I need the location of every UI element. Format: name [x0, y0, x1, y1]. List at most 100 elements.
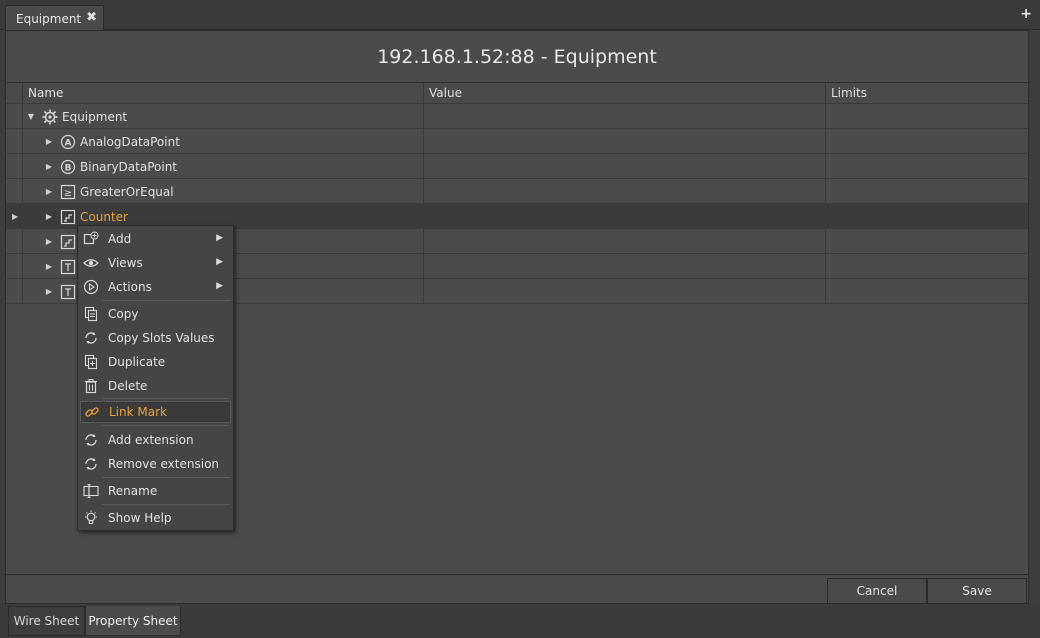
tree-item[interactable]: ▼ Equipment: [26, 104, 127, 129]
value-cell[interactable]: [424, 204, 826, 229]
value-cell[interactable]: [424, 254, 826, 279]
refresh-icon: [82, 330, 100, 346]
gear-icon: [42, 109, 58, 125]
menu-item-delete[interactable]: Delete: [80, 375, 231, 397]
submenu-arrow-icon: ▶: [216, 281, 223, 291]
refresh-icon: [82, 432, 100, 448]
limits-cell[interactable]: [826, 279, 1028, 304]
menu-item-label: Remove extension: [108, 457, 220, 471]
limits-cell[interactable]: [826, 129, 1028, 154]
submenu-arrow-icon: ▶: [216, 257, 223, 267]
limits-cell[interactable]: [826, 179, 1028, 204]
tree-item[interactable]: ▶: [44, 254, 80, 279]
menu-item-label: Show Help: [108, 511, 172, 525]
menu-item-rename[interactable]: Rename: [80, 480, 231, 502]
svg-text:B: B: [65, 163, 72, 173]
expand-arrow-icon[interactable]: ▶: [44, 287, 54, 296]
save-button[interactable]: Save: [927, 578, 1027, 604]
block-icon: [60, 259, 76, 275]
counter-icon: [60, 234, 76, 250]
expand-arrow-icon[interactable]: ▶: [44, 237, 54, 246]
expand-arrow-icon[interactable]: ▶: [44, 212, 54, 221]
row-selector[interactable]: [6, 129, 23, 154]
tab-wire-sheet[interactable]: Wire Sheet: [8, 606, 85, 636]
header-corner: [6, 83, 23, 104]
column-header-value[interactable]: Value: [424, 83, 826, 104]
value-cell[interactable]: [424, 279, 826, 304]
trash-icon: [82, 378, 100, 394]
row-selector[interactable]: [6, 104, 23, 129]
menu-item-label: Copy: [108, 307, 139, 321]
column-header-name[interactable]: Name: [23, 83, 424, 104]
row-selector[interactable]: [6, 204, 23, 229]
limits-cell[interactable]: [826, 229, 1028, 254]
expand-arrow-icon[interactable]: ▶: [44, 262, 54, 271]
tree-item-label: AnalogDataPoint: [80, 134, 180, 149]
menu-item-link-mark[interactable]: Link Mark: [80, 401, 231, 423]
tab-property-sheet[interactable]: Property Sheet: [85, 606, 181, 636]
value-cell[interactable]: [424, 154, 826, 179]
limits-cell[interactable]: [826, 154, 1028, 179]
menu-item-label: Views: [108, 256, 143, 270]
menu-separator: [102, 300, 230, 301]
menu-item-label: Actions: [108, 280, 152, 294]
menu-item-copy[interactable]: Copy: [80, 303, 231, 325]
tab-equipment[interactable]: Equipment ✖: [5, 5, 104, 31]
menu-item-actions[interactable]: Actions ▶: [80, 276, 231, 298]
menu-item-duplicate[interactable]: Duplicate: [80, 351, 231, 373]
expand-arrow-icon[interactable]: ▶: [44, 187, 54, 196]
menu-separator: [102, 504, 230, 505]
menu-item-show-help[interactable]: Show Help: [80, 507, 231, 529]
tree-item-label: Equipment: [62, 109, 128, 124]
row-selector[interactable]: [6, 254, 23, 279]
menu-item-add-extension[interactable]: Add extension: [80, 429, 231, 451]
menu-item-label: Add: [108, 232, 132, 246]
rename-icon: [82, 483, 100, 499]
row-selector[interactable]: [6, 154, 23, 179]
row-selector[interactable]: [6, 279, 23, 304]
add-tab-icon[interactable]: +: [1020, 6, 1032, 22]
expand-arrow-icon[interactable]: ▶: [44, 162, 54, 171]
add-icon: [82, 231, 100, 247]
value-cell[interactable]: [424, 179, 826, 204]
value-cell[interactable]: [424, 129, 826, 154]
binary-point-icon: B: [60, 159, 76, 175]
menu-item-label: Link Mark: [109, 405, 167, 419]
menu-item-copy-slots-values[interactable]: Copy Slots Values: [80, 327, 231, 349]
value-cell[interactable]: [424, 104, 826, 129]
limits-cell[interactable]: [826, 254, 1028, 279]
column-header-limits[interactable]: Limits: [826, 83, 1028, 104]
menu-item-add[interactable]: Add ▶: [80, 228, 231, 250]
row-selector[interactable]: [6, 229, 23, 254]
menu-separator: [102, 398, 230, 399]
lightbulb-icon: [82, 510, 100, 526]
tree-item[interactable]: ▶: [44, 229, 80, 254]
tree-item[interactable]: ▶ B BinaryDataPoint: [44, 154, 177, 179]
cancel-button[interactable]: Cancel: [827, 578, 927, 604]
row-selector[interactable]: [6, 179, 23, 204]
page-title: 192.168.1.52:88 - Equipment: [377, 46, 657, 68]
menu-separator: [102, 425, 230, 426]
tree-item[interactable]: ▶ A AnalogDataPoint: [44, 129, 180, 154]
svg-text:A: A: [65, 138, 72, 148]
menu-item-views[interactable]: Views ▶: [80, 252, 231, 274]
collapse-arrow-icon[interactable]: ▼: [26, 112, 36, 121]
analog-point-icon: A: [60, 134, 76, 150]
tree-item[interactable]: ▶: [44, 279, 80, 304]
menu-item-remove-extension[interactable]: Remove extension: [80, 453, 231, 475]
tree-item-label: Counter: [80, 209, 128, 224]
expand-arrow-icon[interactable]: ▶: [44, 137, 54, 146]
limits-cell[interactable]: [826, 204, 1028, 229]
bottom-tab-bar: Wire Sheet Property Sheet: [0, 604, 1040, 638]
link-icon: [83, 404, 101, 420]
greater-equal-icon: ≥: [60, 184, 76, 200]
counter-icon: [60, 209, 76, 225]
menu-item-label: Duplicate: [108, 355, 166, 369]
menu-item-label: Add extension: [108, 433, 194, 447]
close-icon[interactable]: ✖: [86, 10, 97, 25]
eye-icon: [82, 255, 100, 271]
limits-cell[interactable]: [826, 104, 1028, 129]
copy-icon: [82, 306, 100, 322]
tree-item[interactable]: ▶ ≥ GreaterOrEqual: [44, 179, 174, 204]
value-cell[interactable]: [424, 229, 826, 254]
